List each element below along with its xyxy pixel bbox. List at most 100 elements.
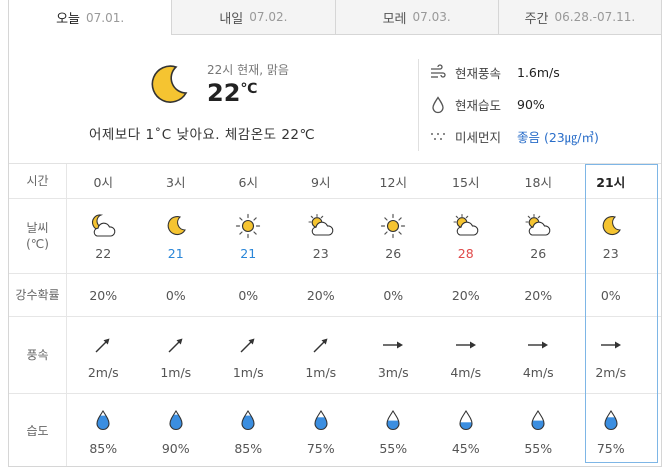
hour-humidity: 75% <box>575 394 648 466</box>
wind-direction-arrow-icon <box>238 331 258 359</box>
tab-date: 07.01. <box>86 10 125 25</box>
row-label-rain: 강수확률 <box>9 274 67 316</box>
hour-humidity: 90% <box>140 394 213 466</box>
hour-wind-speed: 1m/s <box>232 364 264 380</box>
hour-rain-chance: 0% <box>600 287 621 303</box>
hour-humidity-value: 55% <box>379 440 408 456</box>
hour-rain-chance: 20% <box>89 287 118 303</box>
divider <box>418 59 419 151</box>
tab-weekly[interactable]: 주간 06.28.-07.11. <box>497 0 661 34</box>
wind-direction-arrow-icon <box>311 331 331 359</box>
tab-date: 07.03. <box>412 10 451 24</box>
humidity-droplet-icon <box>529 407 547 435</box>
humidity-droplet-icon <box>167 407 185 435</box>
row-label-wind: 풍속 <box>9 317 67 393</box>
humidity-info: 현재습도 90% <box>429 95 545 114</box>
dust-info: 미세먼지 좋음 (23㎍/㎥) <box>429 127 599 146</box>
humidity-droplet-icon <box>94 407 112 435</box>
hour-temp: 26 <box>385 245 402 261</box>
hour-rain-chance: 20% <box>524 287 553 303</box>
wind-row: 풍속 2m/s 1m/s 1m/s 1m/s 3m/s 4m/s 4m/s 2m/s <box>9 317 661 394</box>
moon-icon <box>151 65 188 103</box>
hour-weather: 26 <box>357 199 430 273</box>
hour-wind: 1m/s <box>140 317 213 393</box>
hour-humidity-value: 90% <box>161 440 190 456</box>
hour-weather: 23 <box>285 199 358 273</box>
tab-date: 06.28.-07.11. <box>554 10 636 24</box>
time-row: 시간 0시 3시 6시 9시 12시 15시 18시 21시 <box>9 164 661 199</box>
partly-cloudy-night-icon <box>88 212 118 240</box>
wind-label: 현재풍속 <box>455 66 502 81</box>
hour-wind: 2m/s <box>67 317 140 393</box>
hour-weather: 21 <box>212 199 285 273</box>
hour-wind-speed: 2m/s <box>595 364 627 380</box>
hour-label[interactable]: 6시 <box>212 164 285 198</box>
hour-temp: 22 <box>95 245 112 261</box>
hour-humidity: 85% <box>212 394 285 466</box>
tab-day-after[interactable]: 모레 07.03. <box>334 0 498 34</box>
hour-weather: 26 <box>502 199 575 273</box>
hour-label[interactable]: 12시 <box>357 164 430 198</box>
hour-weather: 21 <box>140 199 213 273</box>
hour-humidity: 85% <box>67 394 140 466</box>
hour-rain-chance: 0% <box>238 287 259 303</box>
tab-label: 주간 <box>524 11 549 27</box>
humidity-droplet-icon <box>239 407 257 435</box>
row-label-humidity: 습도 <box>9 394 67 466</box>
sun-icon <box>235 212 261 240</box>
partly-cloudy-icon <box>523 212 553 240</box>
tab-label: 오늘 <box>56 12 80 27</box>
hour-label[interactable]: 9시 <box>285 164 358 198</box>
hour-rain-chance: 0% <box>383 287 404 303</box>
hour-humidity: 75% <box>285 394 358 466</box>
hour-label[interactable]: 21시 <box>575 164 648 198</box>
hour-label[interactable]: 18시 <box>502 164 575 198</box>
weather-row: 날씨 (℃) 22 21 21 23 26 28 26 23 <box>9 199 661 274</box>
hour-temp: 21 <box>240 245 257 261</box>
hour-humidity-value: 85% <box>234 440 263 456</box>
humidity-value: 90% <box>517 97 545 112</box>
row-label-weather: 날씨 (℃) <box>9 199 67 273</box>
hour-wind-speed: 1m/s <box>160 364 192 380</box>
wind-info: 현재풍속 1.6m/s <box>429 63 560 82</box>
hour-wind: 4m/s <box>430 317 503 393</box>
hour-wind-speed: 4m/s <box>522 364 554 380</box>
hour-label[interactable]: 15시 <box>430 164 503 198</box>
partly-cloudy-icon <box>451 212 481 240</box>
tab-label: 내일 <box>219 11 244 27</box>
hour-temp: 23 <box>602 245 619 261</box>
wind-icon <box>431 63 446 78</box>
hour-label[interactable]: 3시 <box>140 164 213 198</box>
hour-humidity: 45% <box>430 394 503 466</box>
tab-label: 모레 <box>382 11 407 27</box>
humidity-row: 습도 85% 90% 85% 75% 55% 45% 55% 75% <box>9 394 661 466</box>
hour-wind: 1m/s <box>212 317 285 393</box>
current-temperature: 22℃ <box>207 79 257 107</box>
rain-row: 강수확률 20% 0% 0% 20% 0% 20% 20% 0% <box>9 274 661 317</box>
moon-icon <box>600 212 622 240</box>
hour-label[interactable]: 0시 <box>67 164 140 198</box>
hour-wind-speed: 3m/s <box>377 364 409 380</box>
hour-weather: 22 <box>67 199 140 273</box>
sun-icon <box>380 212 406 240</box>
humidity-label: 현재습도 <box>455 98 502 113</box>
wind-direction-arrow-icon <box>93 331 113 359</box>
hour-rain-chance: 0% <box>165 287 186 303</box>
hour-wind: 1m/s <box>285 317 358 393</box>
hour-weather: 23 <box>575 199 648 273</box>
dust-icon <box>431 132 445 140</box>
wind-direction-arrow-icon <box>527 331 549 359</box>
row-label-time: 시간 <box>9 164 67 198</box>
day-tabs: 오늘 07.01. 내일 07.02. 모레 07.03. 주간 06.28.-07.1… <box>9 0 661 35</box>
wind-value: 1.6m/s <box>517 65 560 80</box>
current-condition: 22시 현재, 맑음 <box>207 63 289 77</box>
dust-value: 좋음 (23㎍/㎥) <box>517 130 599 145</box>
hour-humidity-value: 55% <box>524 440 553 456</box>
dust-label: 미세먼지 <box>455 130 502 145</box>
hour-rain-chance: 20% <box>306 287 335 303</box>
tab-today[interactable]: 오늘 07.01. <box>9 0 172 35</box>
wind-direction-arrow-icon <box>600 331 622 359</box>
tab-tomorrow[interactable]: 내일 07.02. <box>171 0 334 34</box>
row-label-weather-line1: 날씨 <box>26 220 49 235</box>
wind-direction-arrow-icon <box>166 331 186 359</box>
